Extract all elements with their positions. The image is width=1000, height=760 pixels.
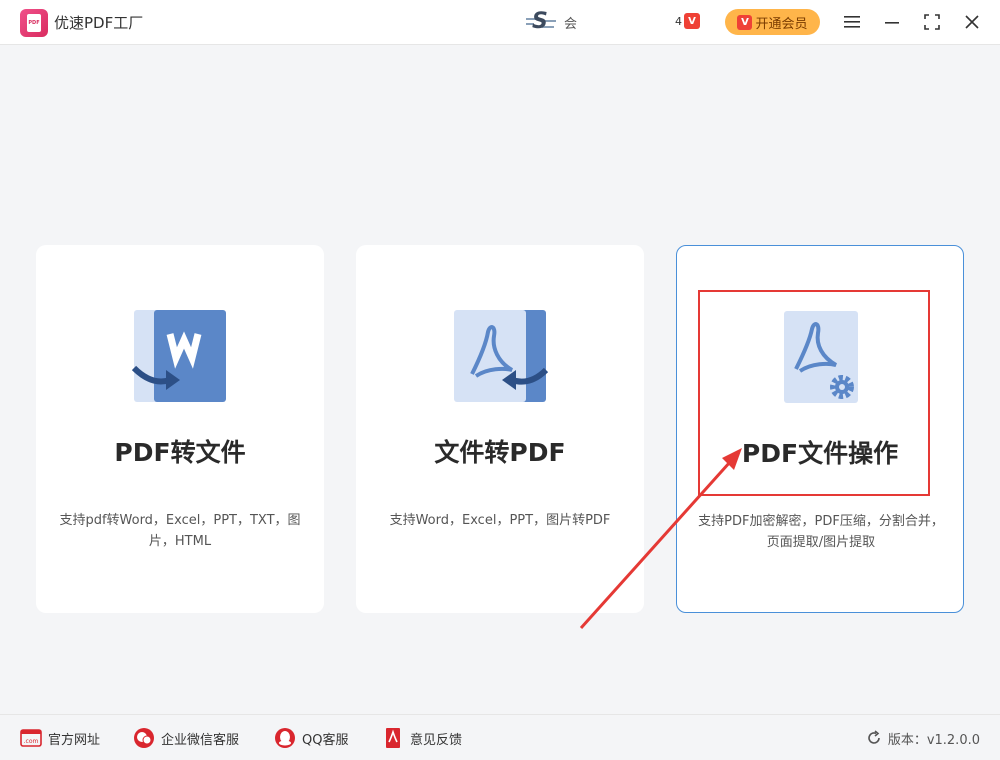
wechat-service-label: 企业微信客服 <box>161 732 240 748</box>
qq-service-link[interactable]: QQ客服 <box>274 727 348 749</box>
close-icon <box>965 15 979 29</box>
card-description: 支持pdf转Word，Excel，PPT，TXT，图片，HTML <box>59 513 301 549</box>
refresh-icon <box>868 730 880 744</box>
vip-count[interactable]: 4 V <box>675 13 700 29</box>
app-title: 优速PDF工厂 <box>54 14 144 32</box>
file-to-pdf-icon <box>454 310 548 402</box>
user-avatar-icon: S <box>526 10 556 34</box>
feedback-icon <box>382 727 404 749</box>
official-website-link[interactable]: .com 官方网址 <box>20 727 100 749</box>
wechat-service-link[interactable]: 企业微信客服 <box>133 727 239 749</box>
footer-bar: .com 官方网址 企业微信客服 QQ客服 意见反馈 版本：v1.2.0.0 <box>0 714 1000 760</box>
feedback-link[interactable]: 意见反馈 <box>382 727 462 749</box>
svg-text:.com: .com <box>24 738 39 745</box>
vip-badge-icon: V <box>684 13 700 29</box>
hamburger-menu-icon <box>844 16 860 28</box>
fullscreen-icon <box>924 14 940 30</box>
user-name: 会 <box>564 16 578 32</box>
menu-button[interactable] <box>840 10 864 34</box>
version-info[interactable]: 版本：v1.2.0.0 <box>866 727 980 749</box>
maximize-button[interactable] <box>920 10 944 34</box>
version-label: 版本：v1.2.0.0 <box>887 732 980 748</box>
card-file-to-pdf[interactable]: 文件转PDF 支持Word，Excel，PPT，图片转PDF <box>356 245 644 613</box>
card-title: PDF转文件 <box>114 438 246 467</box>
vip-count-number: 4 <box>675 14 682 28</box>
pdf-to-word-icon <box>132 310 226 402</box>
qq-icon <box>274 727 296 749</box>
card-title: 文件转PDF <box>434 438 566 467</box>
close-button[interactable] <box>960 10 984 34</box>
wechat-icon <box>133 727 155 749</box>
user-account[interactable]: S 会 <box>526 10 577 34</box>
minimize-icon <box>885 22 899 24</box>
feedback-label: 意见反馈 <box>410 732 463 748</box>
highlight-box <box>698 290 930 496</box>
website-icon: .com <box>20 727 42 749</box>
qq-service-label: QQ客服 <box>302 732 349 748</box>
app-logo-icon: PDF <box>20 9 48 37</box>
open-membership-label: 开通会员 <box>755 16 808 32</box>
official-website-label: 官方网址 <box>48 732 101 748</box>
vip-icon: V <box>737 14 753 30</box>
open-membership-button[interactable]: V 开通会员 <box>725 9 820 35</box>
title-bar: PDF 优速PDF工厂 S 会 4 V V 开通会员 <box>0 0 1000 45</box>
card-description: 支持Word，Excel，PPT，图片转PDF <box>389 513 611 528</box>
minimize-button[interactable] <box>880 10 904 34</box>
card-pdf-to-file[interactable]: PDF转文件 支持pdf转Word，Excel，PPT，TXT，图片，HTML <box>36 245 324 613</box>
card-description: 支持PDF加密解密，PDF压缩，分割合并，页面提取/图片提取 <box>698 514 944 550</box>
